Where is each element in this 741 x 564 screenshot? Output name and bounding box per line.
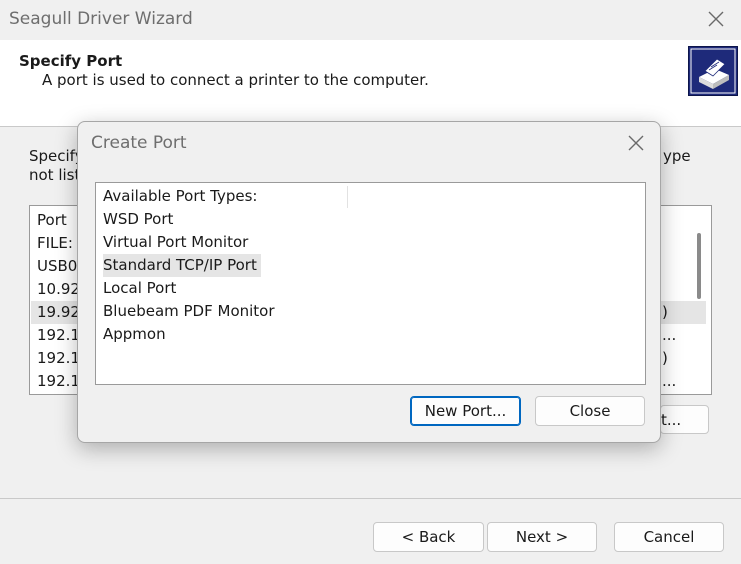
new-port-button[interactable]: New Port... — [410, 396, 521, 426]
instruction-text-line2: not list — [29, 166, 81, 184]
port-list-row-tail: ... — [662, 372, 677, 390]
port-type-item[interactable]: WSD Port — [103, 208, 177, 231]
port-list-header: Port — [37, 211, 67, 229]
port-types-header: Available Port Types: — [103, 187, 258, 205]
port-type-item-selected[interactable]: Standard TCP/IP Port — [103, 254, 261, 277]
configure-port-button[interactable]: t... — [660, 405, 709, 434]
back-button[interactable]: < Back — [373, 522, 484, 552]
port-list-row[interactable]: FILE: — [37, 232, 73, 255]
port-type-item[interactable]: Bluebeam PDF Monitor — [103, 300, 279, 323]
printer-logo-icon — [688, 46, 738, 96]
wizard-titlebar: Seagull Driver Wizard — [0, 0, 741, 40]
dialog-close-icon[interactable] — [625, 132, 647, 154]
instruction-text-start: Specify — [29, 147, 84, 165]
configure-port-button-label: t... — [661, 411, 682, 429]
port-list-scrollbar[interactable] — [697, 233, 701, 299]
page-subtitle: A port is used to connect a printer to t… — [42, 71, 429, 89]
port-type-item[interactable]: Appmon — [103, 323, 170, 346]
instruction-text-end: ype — [663, 147, 691, 165]
create-port-dialog: Create Port Available Port Types: WSD Po… — [77, 121, 661, 443]
next-button[interactable]: Next > — [487, 522, 597, 552]
port-list-row-tail: ... — [662, 326, 677, 344]
port-list-row[interactable]: 192.1 — [37, 370, 80, 393]
close-button[interactable]: Close — [535, 396, 645, 426]
port-list-row-tail: ) — [662, 349, 668, 367]
port-list-row[interactable]: 19.92 — [37, 301, 80, 324]
port-list-row-tail: ) — [662, 303, 668, 321]
page-title: Specify Port — [19, 52, 123, 70]
port-list-row[interactable]: 192.1 — [37, 324, 80, 347]
cancel-button[interactable]: Cancel — [614, 522, 724, 552]
port-list-row[interactable]: 10.92 — [37, 278, 80, 301]
port-list-row[interactable]: 192.1 — [37, 347, 80, 370]
wizard-title: Seagull Driver Wizard — [9, 9, 193, 29]
port-types-list[interactable]: Available Port Types: WSD Port Virtual P… — [95, 182, 646, 385]
footer-divider — [0, 498, 741, 499]
wizard-close-icon[interactable] — [705, 8, 727, 30]
wizard-header: Specify Port A port is used to connect a… — [0, 40, 741, 127]
column-separator — [347, 186, 348, 208]
port-type-item[interactable]: Local Port — [103, 277, 180, 300]
port-type-item[interactable]: Virtual Port Monitor — [103, 231, 252, 254]
dialog-title: Create Port — [91, 133, 187, 153]
